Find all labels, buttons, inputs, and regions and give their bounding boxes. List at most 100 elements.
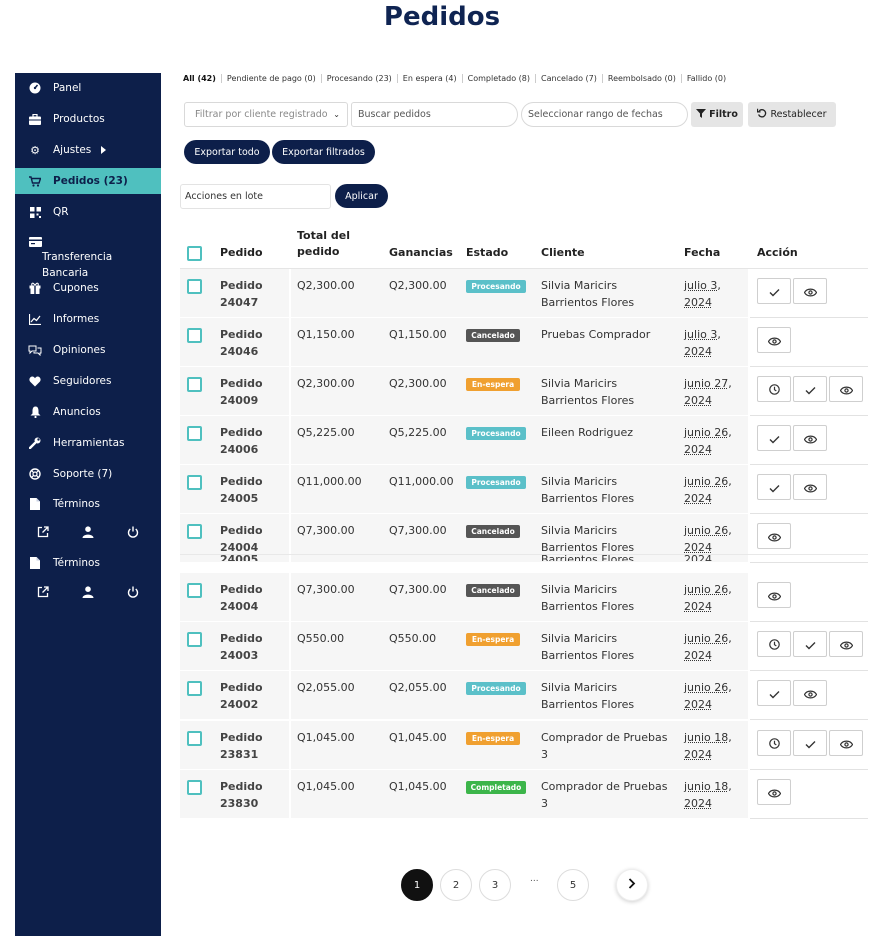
order-link[interactable]: Pedido 24005 [220, 473, 263, 507]
complete-action-button[interactable] [793, 376, 827, 402]
column-header-earnings[interactable]: Ganancias [389, 245, 453, 261]
row-checkbox[interactable] [187, 524, 202, 539]
row-checkbox[interactable] [187, 780, 202, 795]
user-icon[interactable] [82, 586, 94, 602]
column-header-order[interactable]: Pedido [220, 245, 263, 261]
order-total: Q2,300.00 [297, 377, 355, 390]
check-icon [769, 282, 780, 301]
view-action-button[interactable] [793, 278, 827, 304]
card-icon [28, 235, 42, 249]
complete-action-button[interactable] [757, 425, 791, 451]
processing-action-button[interactable] [757, 631, 791, 657]
complete-action-button[interactable] [757, 680, 791, 706]
order-link[interactable]: Pedido 24047 [220, 277, 263, 311]
view-action-button[interactable] [757, 523, 791, 549]
sidebar-item-pedidos[interactable]: Pedidos (23) [15, 168, 172, 194]
order-total: Q2,055.00 [297, 681, 355, 694]
view-action-button[interactable] [757, 582, 791, 608]
apply-button[interactable]: Aplicar [335, 184, 388, 208]
sidebar-item-productos[interactable]: Productos [15, 106, 161, 132]
user-icon[interactable] [82, 526, 94, 542]
complete-action-button[interactable] [793, 730, 827, 756]
view-action-button[interactable] [829, 376, 863, 402]
sidebar-item-panel[interactable]: Panel [15, 75, 161, 101]
sidebar-item-transferencia[interactable]: Transferencia Bancaria [15, 233, 161, 279]
power-icon[interactable] [127, 586, 139, 602]
row-checkbox[interactable] [187, 426, 202, 441]
tab-pending[interactable]: Pendiente de pago (0) [222, 74, 322, 83]
row-checkbox[interactable] [187, 632, 202, 647]
tab-cancelled[interactable]: Cancelado (7) [536, 74, 603, 83]
export-filtered-button[interactable]: Exportar filtrados [272, 140, 375, 164]
row-checkbox[interactable] [187, 681, 202, 696]
bulk-actions-select[interactable]: Acciones en lote [180, 184, 331, 209]
sidebar-item-qr[interactable]: QR [15, 199, 161, 225]
tab-all[interactable]: All (42) [183, 74, 222, 83]
view-action-button[interactable] [793, 680, 827, 706]
view-action-button[interactable] [757, 327, 791, 353]
page-5-button[interactable]: 5 [557, 869, 589, 901]
row-checkbox[interactable] [187, 279, 202, 294]
sidebar-item-cupones[interactable]: Cupones [15, 275, 161, 301]
tab-refunded[interactable]: Reembolsado (0) [603, 74, 682, 83]
view-action-button[interactable] [793, 474, 827, 500]
sidebar-item-terminos[interactable]: Términos [15, 491, 161, 517]
order-earnings: Q11,000.00 [389, 475, 454, 488]
power-icon[interactable] [127, 526, 139, 542]
external-link-icon[interactable] [37, 526, 49, 542]
row-checkbox[interactable] [187, 475, 202, 490]
view-action-button[interactable] [793, 425, 827, 451]
order-link[interactable]: Pedido 24009 [220, 375, 263, 409]
view-action-button[interactable] [829, 730, 863, 756]
order-link[interactable]: Pedido 24003 [220, 630, 263, 664]
tab-completed[interactable]: Completado (8) [463, 74, 537, 83]
next-page-button[interactable] [616, 869, 648, 901]
column-divider [748, 269, 750, 317]
sidebar-item-informes[interactable]: Informes [15, 306, 161, 332]
select-all-checkbox[interactable] [187, 246, 202, 261]
filter-button[interactable]: Filtro [691, 102, 743, 127]
page-2-button[interactable]: 2 [440, 869, 472, 901]
processing-action-button[interactable] [757, 376, 791, 402]
row-checkbox[interactable] [187, 731, 202, 746]
sidebar-item-herramientas[interactable]: Herramientas [15, 430, 161, 456]
date-range-input[interactable]: Seleccionar rango de fechas [521, 102, 688, 127]
row-checkbox[interactable] [187, 328, 202, 343]
tab-processing[interactable]: Procesando (23) [322, 74, 398, 83]
search-input[interactable]: Buscar pedidos [351, 102, 518, 127]
page-3-button[interactable]: 3 [479, 869, 511, 901]
sidebar-item-soporte[interactable]: Soporte (7) [15, 461, 161, 487]
sidebar-item-label: Cupones [53, 282, 99, 294]
row-checkbox[interactable] [187, 377, 202, 392]
external-link-icon[interactable] [37, 586, 49, 602]
sidebar-item-ajustes[interactable]: ⚙ Ajustes [15, 137, 161, 163]
order-link[interactable]: Pedido 23831 [220, 729, 263, 763]
tab-on-hold[interactable]: En espera (4) [398, 74, 463, 83]
customer-filter-select[interactable]: Filtrar por cliente registrado ⌄ [184, 102, 348, 127]
order-link[interactable]: Pedido 24006 [220, 424, 263, 458]
order-link[interactable]: Pedido 24046 [220, 326, 263, 360]
processing-action-button[interactable] [757, 730, 791, 756]
sidebar-item-terminos-repeat[interactable]: Términos [15, 550, 161, 576]
sidebar-item-opiniones[interactable]: Opiniones [15, 337, 161, 363]
complete-action-button[interactable] [757, 474, 791, 500]
column-header-status[interactable]: Estado [466, 245, 508, 261]
order-link[interactable]: Pedido 24004 [220, 581, 263, 615]
row-divider [750, 719, 868, 720]
order-link[interactable]: Pedido 23830 [220, 778, 263, 812]
column-header-total[interactable]: Total del pedido [297, 228, 350, 260]
export-all-button[interactable]: Exportar todo [184, 140, 270, 164]
reset-button[interactable]: Restablecer [748, 102, 836, 127]
page-1-button[interactable]: 1 [401, 869, 433, 901]
complete-action-button[interactable] [793, 631, 827, 657]
row-checkbox[interactable] [187, 583, 202, 598]
sidebar-item-anuncios[interactable]: Anuncios [15, 399, 161, 425]
view-action-button[interactable] [757, 779, 791, 805]
column-header-date[interactable]: Fecha [684, 245, 720, 261]
view-action-button[interactable] [829, 631, 863, 657]
column-header-customer[interactable]: Cliente [541, 245, 585, 261]
complete-action-button[interactable] [757, 278, 791, 304]
sidebar-item-seguidores[interactable]: Seguidores [15, 368, 161, 394]
tab-failed[interactable]: Fallido (0) [682, 74, 731, 83]
order-link[interactable]: Pedido 24002 [220, 679, 263, 713]
